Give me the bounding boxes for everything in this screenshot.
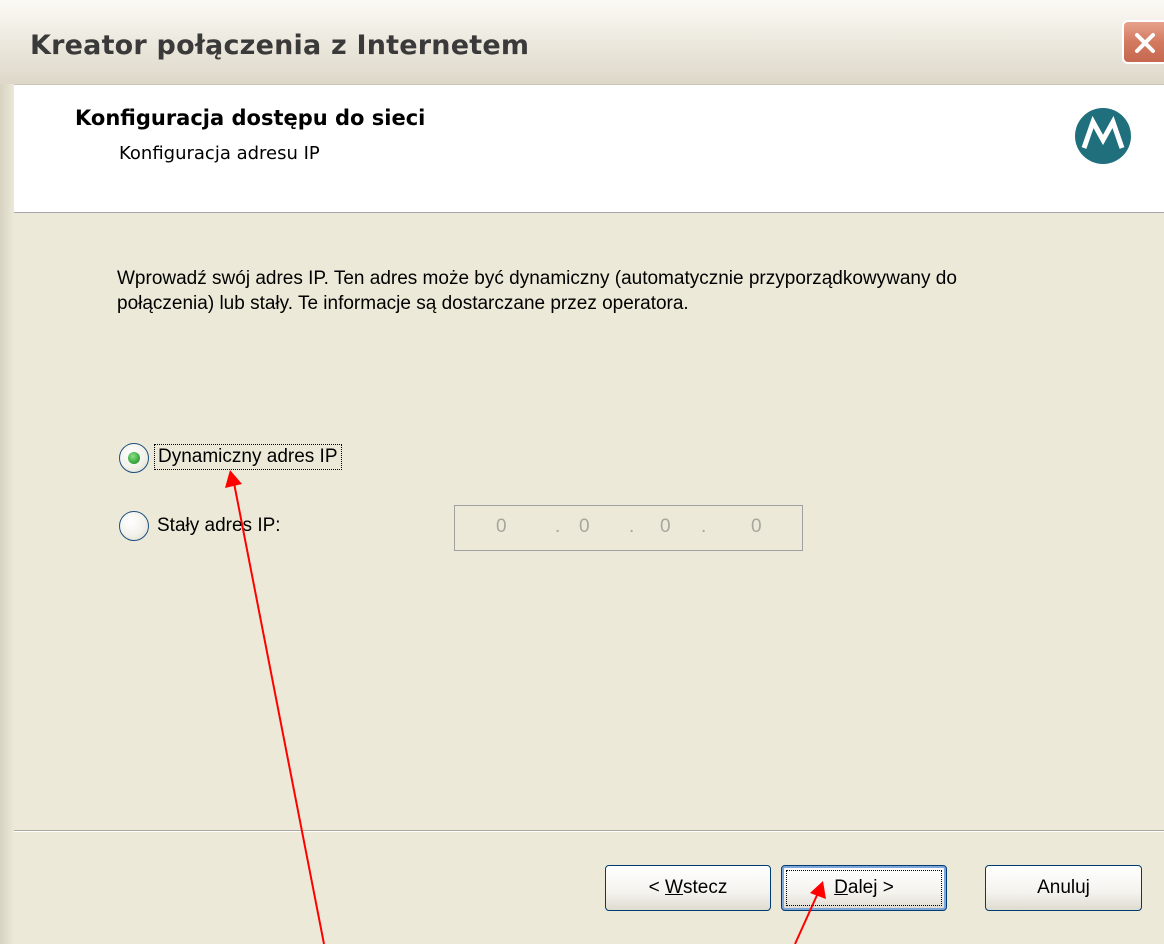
wizard-dialog: Kreator połączenia z Internetem Konfigur… xyxy=(0,0,1164,944)
annotation-overlay xyxy=(225,470,826,944)
annotation-arrow-next xyxy=(794,881,826,944)
annotation-arrow-dynamic xyxy=(225,470,325,944)
